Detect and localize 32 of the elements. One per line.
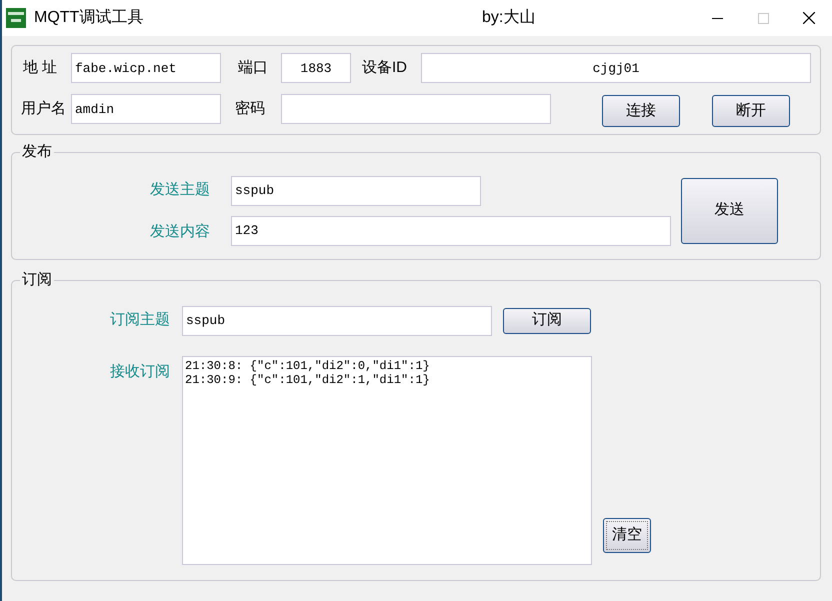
send-button[interactable]: 发送 (681, 178, 778, 244)
address-field[interactable]: fabe.wicp.net (71, 53, 221, 83)
maximize-icon (758, 12, 768, 24)
received-label: 接收订阅 (110, 362, 171, 382)
publish-topic-label: 发送主题 (150, 180, 211, 200)
disconnect-button[interactable]: 断开 (712, 95, 790, 127)
device-id-label: 设备ID (362, 58, 408, 78)
clear-button[interactable]: 清空 (603, 518, 651, 552)
user-field[interactable]: amdin (71, 94, 221, 124)
subscribe-button[interactable]: 订阅 (503, 308, 591, 334)
subscribe-topic-field[interactable]: sspub (182, 306, 492, 336)
close-icon (803, 12, 815, 24)
password-label: 密码 (235, 98, 266, 119)
port-field[interactable]: 1883 (281, 53, 351, 83)
app-icon (6, 8, 26, 28)
user-label: 用户名 (21, 98, 67, 119)
port-label: 端口 (238, 58, 269, 78)
received-messages-area[interactable]: 21:30:8: {"c":101,"di2":0,"di1":1} 21:30:9: {"c":101,"di2":1,"di1":1} (182, 356, 592, 564)
address-label: 地 址 (23, 58, 58, 78)
password-field[interactable] (281, 94, 551, 124)
device-id-field[interactable]: cjgj01 (421, 53, 811, 83)
connect-button[interactable]: 连接 (602, 95, 680, 127)
publish-content-field[interactable]: 123 (231, 216, 671, 246)
window-subtitle: by:大山 (482, 8, 536, 28)
message-line: 21:30:8: {"c":101,"di2":0,"di1":1} (185, 358, 431, 372)
subscribe-topic-label: 订阅主题 (110, 310, 171, 330)
publish-title: 发布 (21, 142, 53, 162)
publish-topic-field[interactable]: sspub (231, 176, 481, 206)
subscribe-title: 订阅 (21, 270, 53, 290)
publish-content-label: 发送内容 (150, 222, 211, 242)
message-line: 21:30:9: {"c":101,"di2":1,"di1":1} (185, 372, 431, 386)
window-title: MQTT调试工具 (34, 8, 144, 28)
